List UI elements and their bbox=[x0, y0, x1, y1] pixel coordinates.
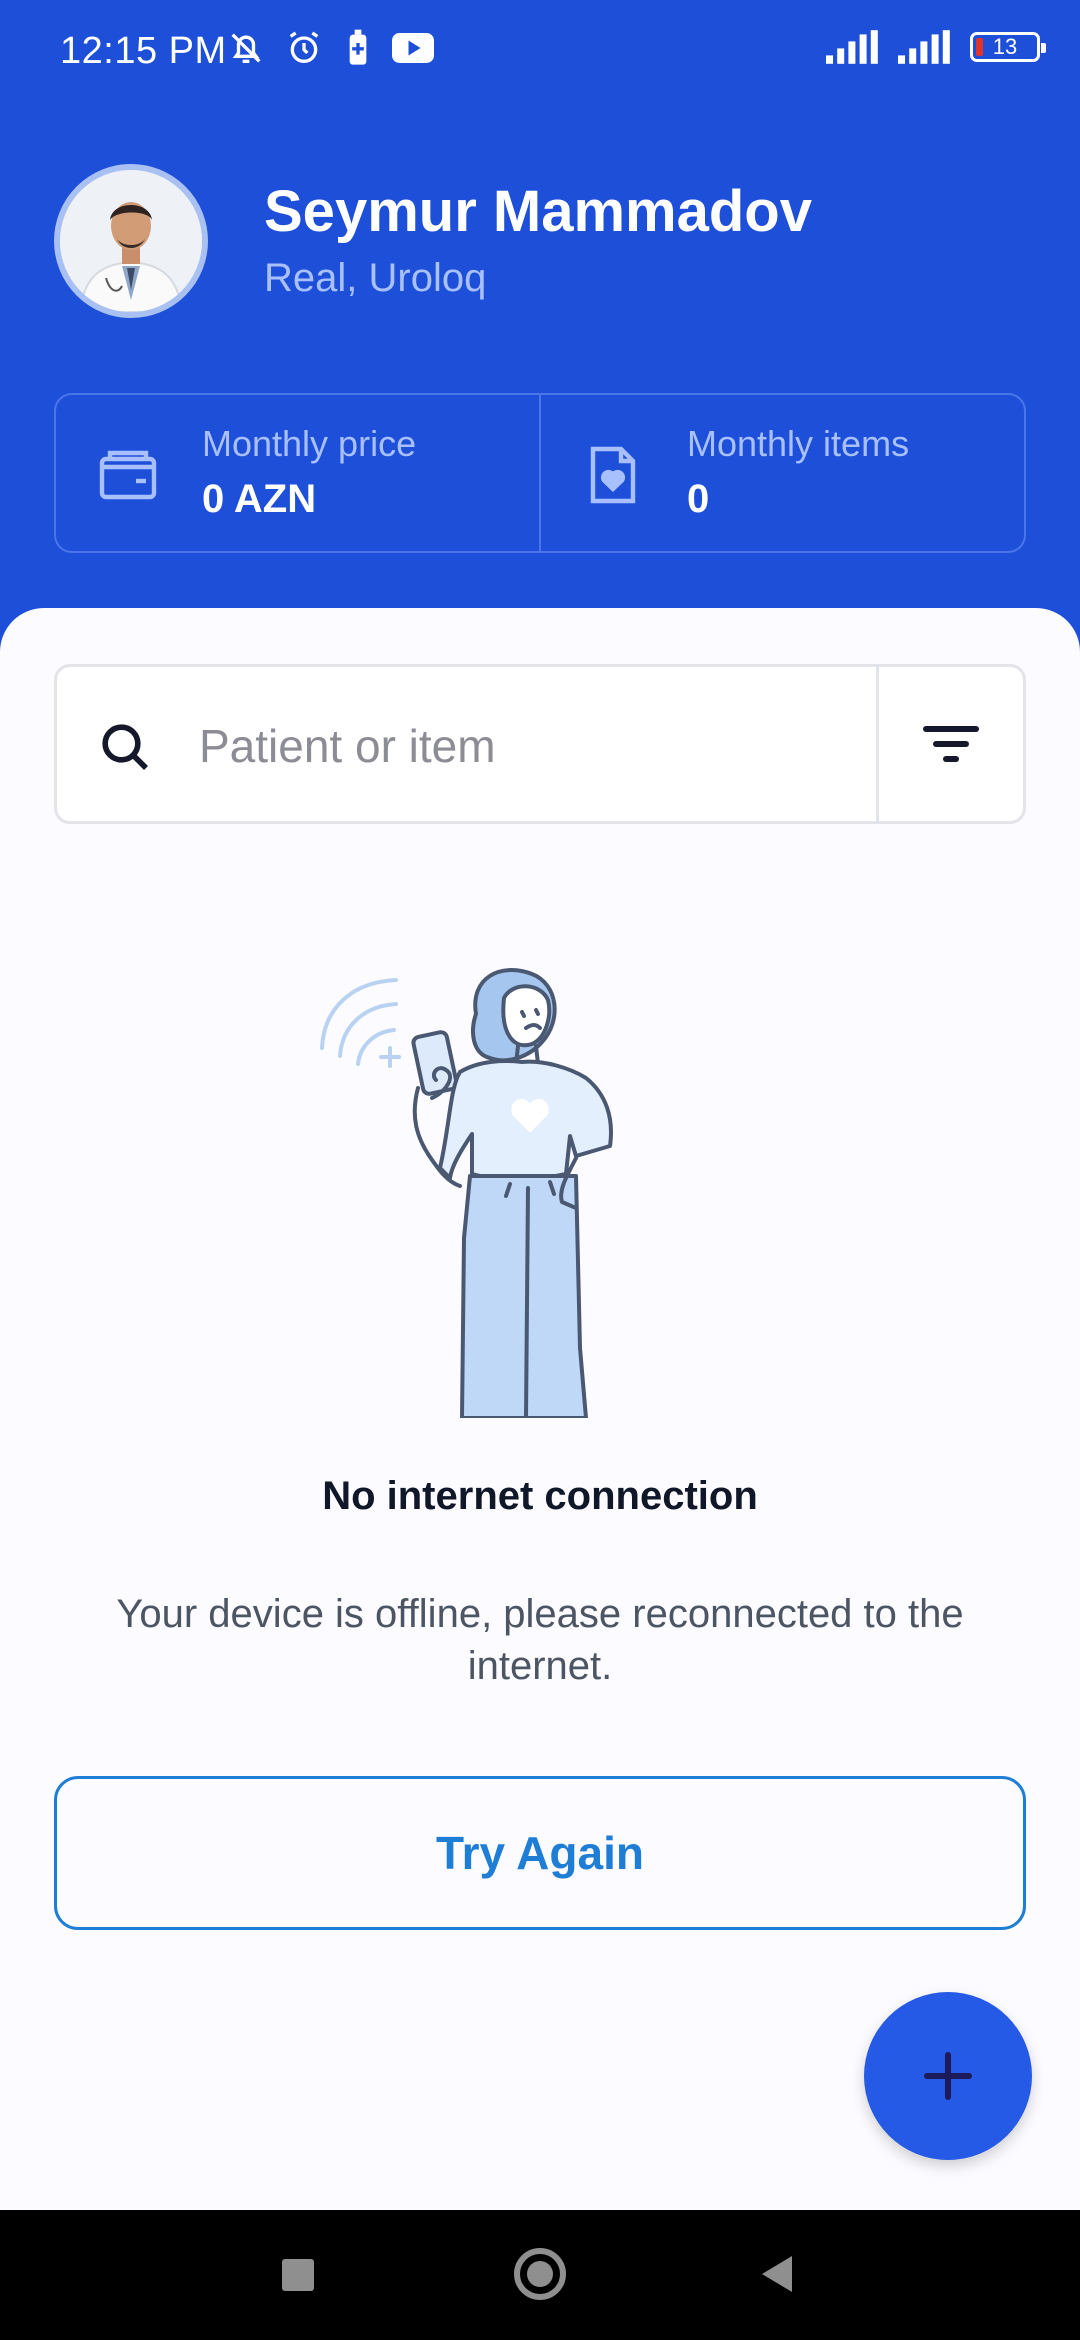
filter-icon bbox=[923, 726, 979, 762]
offline-illustration bbox=[320, 968, 613, 1418]
stat-label: Monthly price bbox=[202, 423, 417, 464]
signal-icon bbox=[826, 30, 878, 64]
status-time: 12:15 PM bbox=[60, 30, 227, 72]
alarm-icon bbox=[289, 31, 319, 64]
plus-icon bbox=[923, 2051, 973, 2101]
recents-button[interactable] bbox=[282, 2259, 314, 2291]
stat-value: 0 AZN bbox=[202, 477, 317, 521]
stat-monthly-items: Monthly items 0 bbox=[539, 395, 1024, 551]
signal-icon bbox=[898, 30, 950, 64]
system-nav-bar bbox=[0, 2210, 1080, 2340]
stats-card: Monthly price 0 AZN Monthly items 0 bbox=[54, 393, 1026, 553]
search-icon bbox=[102, 724, 148, 770]
stat-monthly-price: Monthly price 0 AZN bbox=[56, 395, 539, 551]
back-button[interactable] bbox=[762, 2256, 792, 2292]
try-again-button[interactable]: Try Again bbox=[54, 1776, 1026, 1930]
youtube-icon bbox=[392, 33, 434, 63]
search-input[interactable] bbox=[197, 707, 891, 785]
battery-level: 13 bbox=[992, 34, 1018, 59]
wallet-icon bbox=[99, 450, 157, 500]
doctor-profile[interactable]: Seymur Mammadov Real, Uroloq bbox=[54, 164, 1026, 324]
add-button[interactable] bbox=[864, 1992, 1032, 2160]
battery-saver-icon bbox=[349, 29, 367, 65]
doctor-specialty: Real, Uroloq bbox=[264, 256, 487, 300]
empty-state-title: No internet connection bbox=[322, 1474, 758, 1518]
avatar[interactable] bbox=[54, 164, 208, 318]
filter-button[interactable] bbox=[876, 667, 1023, 821]
document-heart-icon bbox=[590, 446, 636, 504]
content-sheet: No internet connection Your device is of… bbox=[0, 608, 1080, 2210]
battery-icon: 13 bbox=[970, 32, 1046, 62]
search-bar bbox=[54, 664, 1026, 824]
status-bar: 12:15 PM 13 bbox=[0, 0, 1080, 104]
stat-value: 0 bbox=[687, 477, 710, 521]
home-button[interactable] bbox=[514, 2248, 566, 2300]
mute-bell-icon bbox=[231, 33, 261, 63]
doctor-name: Seymur Mammadov bbox=[264, 179, 812, 244]
stat-label: Monthly items bbox=[687, 423, 910, 464]
empty-state-description: Your device is offline, please reconnect… bbox=[116, 1592, 964, 1688]
